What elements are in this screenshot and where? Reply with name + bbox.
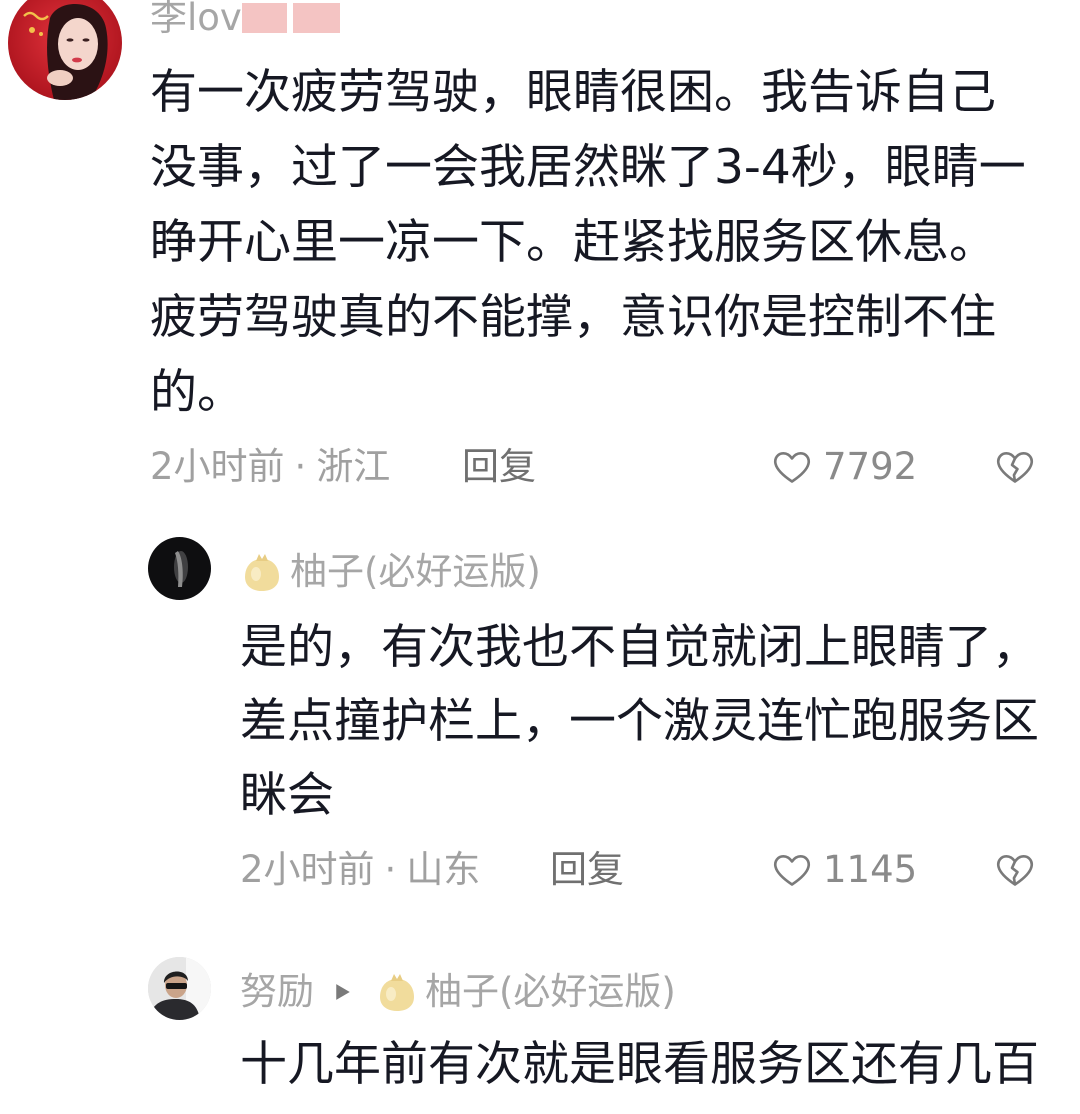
username[interactable]: 努励 [240,970,314,1014]
reply-button[interactable]: 回复 [462,445,536,489]
comment-text-line: 疲劳驾驶真的不能撑，意识你是控制不住 [150,290,996,345]
comment-text-line: 没事，过了一会我居然眯了3-4秒，眼睛一 [150,140,1026,195]
pomelo-badge-icon [243,552,281,592]
username[interactable]: 李lov [150,0,242,40]
comment-text-line: 有一次疲劳驾驶，眼睛很困。我告诉自己 [150,65,996,120]
timestamp: 2小时前 [150,445,285,488]
user-avatar[interactable] [8,0,122,100]
user-avatar[interactable] [148,957,211,1020]
broken-heart-icon [993,446,1037,488]
pomelo-badge-icon [378,972,416,1012]
reply-text-line: 眯会 [240,768,334,823]
redaction-block [241,3,287,33]
comment-header: 李lov [150,0,340,40]
like-count: 7792 [823,445,918,488]
username[interactable]: 柚子(必好运版) [290,550,541,594]
reply-header: 努励 柚子(必好运版) [240,970,676,1014]
comment-meta: 2小时前 · 浙江 [150,445,390,489]
triangle-right-icon [335,983,351,1001]
reply-text: 是的，有次我也不自觉就闭上眼睛了， 差点撞护栏上，一个激灵连忙跑服务区 眯会 [240,611,1080,833]
reply-to-username[interactable]: 柚子(必好运版) [425,970,676,1014]
reply-button[interactable]: 回复 [550,848,624,892]
dislike-button[interactable] [993,849,1037,891]
user-avatar[interactable] [148,537,211,600]
redaction-block [292,3,340,33]
reply-header: 柚子(必好运版) [243,550,541,594]
timestamp: 2小时前 [240,848,375,891]
like-button[interactable]: 7792 [770,445,917,489]
broken-heart-icon [993,849,1037,891]
location: 浙江 [316,445,391,488]
reply-text: 十几年前有次就是眼看服务区还有几百 [240,1028,1080,1102]
meta-separator: · [384,848,397,891]
reply-text-line: 差点撞护栏上，一个激灵连忙跑服务区 [240,694,1039,749]
dislike-button[interactable] [993,446,1037,488]
heart-outline-icon [770,849,814,891]
comment-text: 有一次疲劳驾驶，眼睛很困。我告诉自己 没事，过了一会我居然眯了3-4秒，眼睛一 … [150,55,1080,430]
location: 山东 [406,848,481,891]
reply-meta: 2小时前 · 山东 [240,848,480,892]
meta-separator: · [294,445,307,488]
comment-text-line: 的。 [150,365,244,420]
like-button[interactable]: 1145 [770,848,917,892]
like-count: 1145 [823,848,918,891]
comment-text-line: 睁开心里一凉一下。赶紧找服务区休息。 [150,215,996,270]
reply-text-line: 十几年前有次就是眼看服务区还有几百 [240,1037,1039,1092]
reply-text-line: 是的，有次我也不自觉就闭上眼睛了， [240,620,1039,675]
heart-outline-icon [770,446,814,488]
